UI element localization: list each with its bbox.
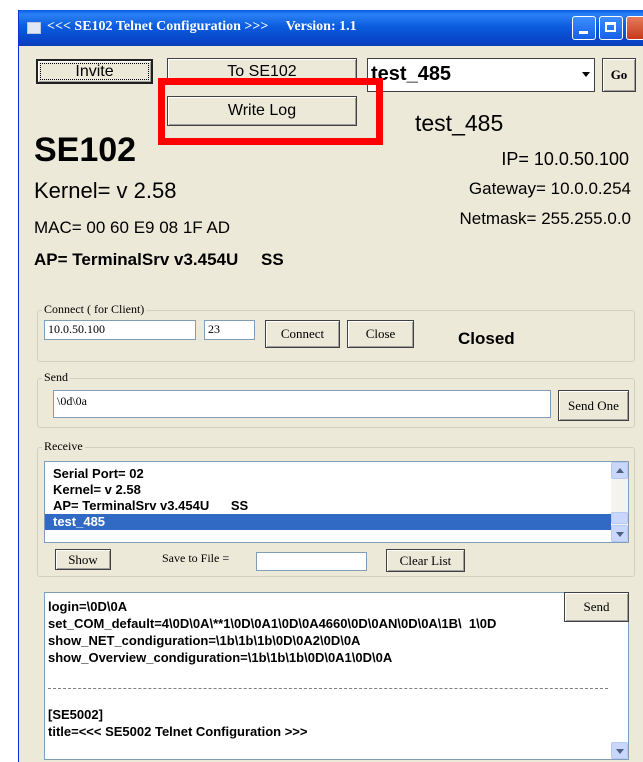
scroll-thumb[interactable]: [611, 512, 628, 524]
close-window-button[interactable]: [626, 16, 643, 40]
device-kernel: Kernel= v 2.58: [34, 178, 177, 203]
close-connection-button[interactable]: Close: [347, 320, 414, 348]
send-input[interactable]: \0d\0a: [53, 390, 551, 418]
device-ap-flag: SS: [261, 250, 284, 269]
device-model: SE102: [34, 131, 137, 169]
log-send-button[interactable]: Send: [564, 592, 629, 622]
device-ap: AP= TerminalSrv v3.454U SS: [34, 250, 284, 270]
log-line: show_Overview_condiguration=\1b\1b\1b\0D…: [48, 650, 393, 665]
device-netmask: Netmask= 255.255.0.0: [459, 209, 631, 228]
device-mac: MAC= 00 60 E9 08 1F AD: [34, 218, 231, 237]
send-one-button[interactable]: Send One: [558, 390, 629, 421]
list-item[interactable]: Kernel= v 2.58: [45, 482, 628, 498]
receive-group-title: Receive: [42, 439, 85, 454]
connection-status: Closed: [458, 329, 515, 348]
connect-port-input[interactable]: 23: [204, 320, 255, 340]
log-textarea[interactable]: login=\0D\0A set_COM_default=4\0D\0A\**1…: [44, 592, 629, 760]
log-line: set_COM_default=4\0D\0A\**1\0D\0A1\0D\0A…: [48, 616, 497, 631]
title-bar[interactable]: <<< SE102 Telnet Configuration >>> Versi…: [19, 10, 643, 46]
scroll-up-icon[interactable]: [611, 462, 628, 479]
clear-list-button[interactable]: Clear List: [386, 549, 465, 572]
log-line: [SE5002]: [48, 707, 103, 722]
log-line: show_NET_condiguration=\1b\1b\1b\0D\0A2\…: [48, 633, 361, 648]
window-title: <<< SE102 Telnet Configuration >>> Versi…: [47, 19, 357, 34]
connect-button[interactable]: Connect: [265, 320, 340, 348]
invite-button[interactable]: Invite: [36, 59, 153, 84]
list-item[interactable]: AP= TerminalSrv v3.454U SS: [45, 498, 628, 514]
annotation-highlight-box: [158, 78, 383, 145]
log-line: title=<<< SE5002 Telnet Configuration >>…: [48, 724, 308, 739]
go-button[interactable]: Go: [602, 58, 636, 92]
device-ap-text: AP= TerminalSrv v3.454U: [34, 250, 239, 269]
list-item[interactable]: Serial Port= 02: [45, 466, 628, 482]
minimize-button[interactable]: [572, 16, 596, 40]
connect-group-title: Connect ( for Client): [42, 302, 147, 317]
device-select[interactable]: test_485: [367, 58, 595, 92]
device-name: test_485: [415, 110, 504, 136]
show-button[interactable]: Show: [55, 549, 111, 570]
device-ip: IP= 10.0.50.100: [501, 149, 629, 169]
receive-list[interactable]: Serial Port= 02 Kernel= v 2.58 AP= Termi…: [44, 461, 629, 543]
app-icon: [27, 22, 41, 34]
scroll-down-icon[interactable]: [611, 742, 628, 759]
maximize-button[interactable]: [599, 16, 623, 40]
log-line: [48, 688, 608, 706]
device-select-value: test_485: [371, 63, 452, 85]
scroll-down-icon[interactable]: [611, 525, 628, 542]
save-to-file-label: Save to File =: [162, 551, 230, 565]
send-group-title: Send: [42, 370, 70, 385]
log-line: login=\0D\0A: [48, 599, 128, 614]
chevron-down-icon[interactable]: [582, 72, 590, 77]
device-gateway: Gateway= 10.0.0.254: [468, 179, 631, 198]
list-item[interactable]: test_485: [45, 514, 628, 530]
receive-scrollbar[interactable]: [611, 462, 628, 542]
app-window: <<< SE102 Telnet Configuration >>> Versi…: [18, 10, 643, 762]
connect-ip-input[interactable]: 10.0.50.100: [44, 320, 196, 340]
save-to-file-input[interactable]: [256, 552, 367, 571]
